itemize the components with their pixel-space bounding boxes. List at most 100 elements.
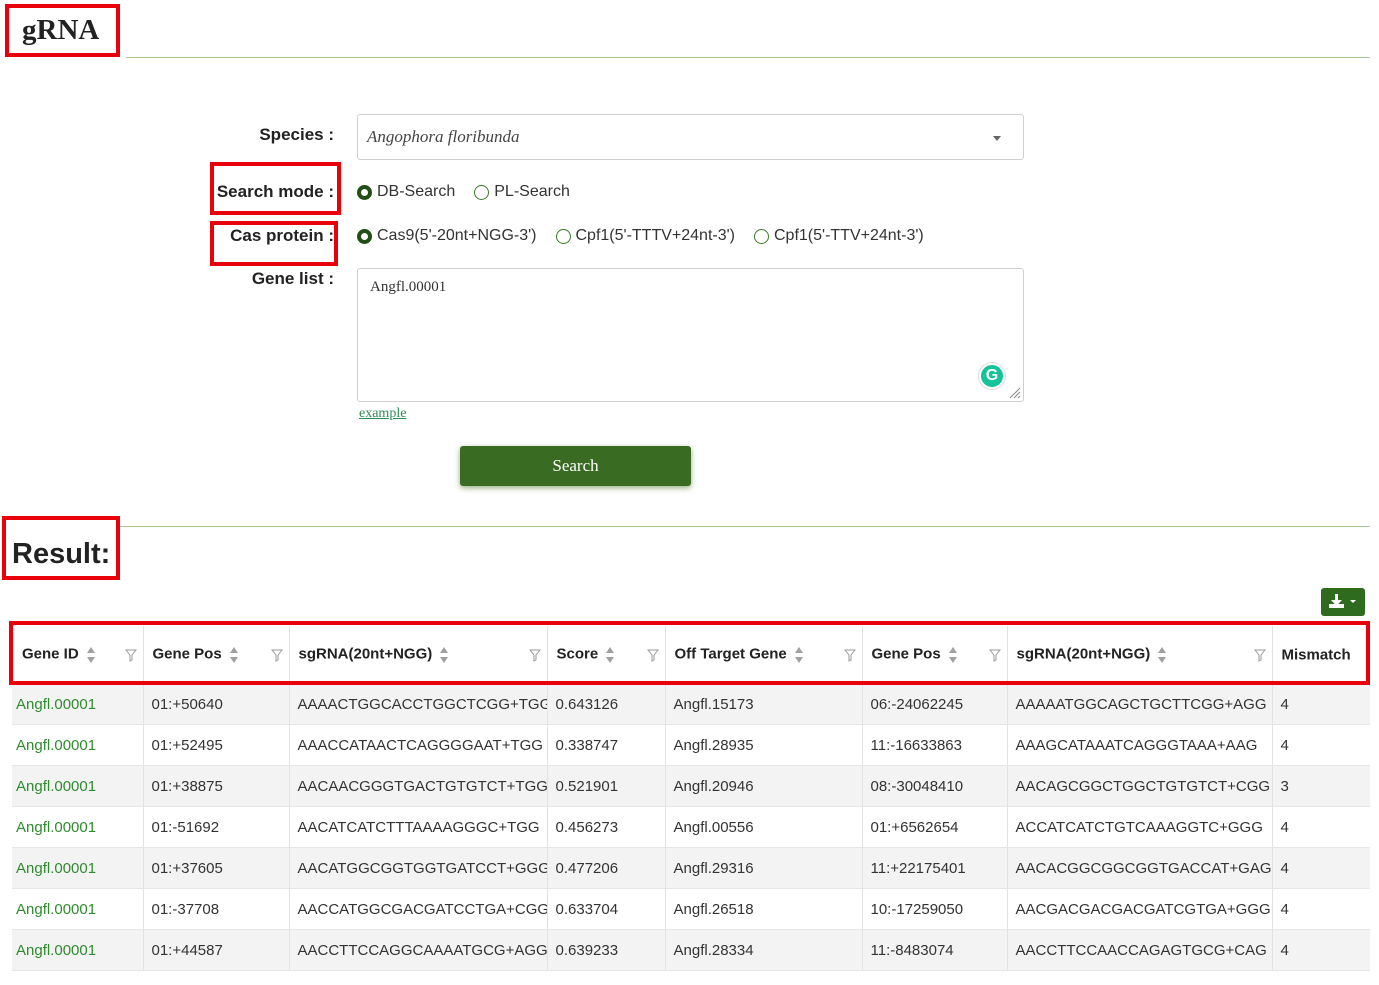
table-row: Angfl.00001 01:-51692 AACATCATCTTTAAAAGGGC…: [12, 806, 1370, 848]
cell-off-gene-pos: 08:-30048410: [862, 765, 1008, 807]
table-row: Angfl.00001 01:+37605 AACATGGCGGTGGTGATCCT…: [12, 847, 1370, 889]
radio-unselected-icon: [754, 228, 769, 244]
radio-cpf1-ttv-label: Cpf1(5'-TTV+24nt-3'): [774, 227, 924, 244]
resize-grip-icon[interactable]: [1007, 385, 1021, 399]
cell-off-sgrna: AACCTTCCAACCAGAGTGCG+CAG: [1007, 929, 1273, 971]
cell-mismatch: 4: [1272, 683, 1370, 725]
cell-score: 0.643126: [547, 683, 666, 725]
cell-off-gene-pos: 11:+22175401: [862, 847, 1008, 889]
cell-gene-pos: 01:+38875: [143, 765, 290, 807]
cell-sgrna: AACCATGGCGACGATCCTGA+CGG: [289, 888, 548, 930]
gene-list-value: Angfl.00001: [370, 279, 447, 295]
radio-cpf1-ttv[interactable]: Cpf1(5'-TTV+24nt-3'): [754, 227, 924, 245]
cell-off-target-gene: Angfl.28334: [665, 929, 863, 971]
cell-gene-id[interactable]: Angfl.00001: [12, 888, 144, 930]
cell-mismatch: 4: [1272, 888, 1370, 930]
cell-off-sgrna: AACAGCGGCTGGCTGTGTCT+CGG: [1007, 765, 1273, 807]
cell-off-target-gene: Angfl.28935: [665, 724, 863, 766]
radio-cas9-label: Cas9(5'-20nt+NGG-3'): [377, 227, 537, 244]
cell-gene-id[interactable]: Angfl.00001: [12, 683, 144, 725]
radio-cpf1-tttv-label: Cpf1(5'-TTTV+24nt-3'): [575, 227, 736, 244]
cell-score: 0.639233: [547, 929, 666, 971]
download-button[interactable]: [1321, 588, 1365, 616]
cell-off-gene-pos: 01:+6562654: [862, 806, 1008, 848]
cell-mismatch: 4: [1272, 806, 1370, 848]
cell-off-gene-pos: 06:-24062245: [862, 683, 1008, 725]
cell-off-target-gene: Angfl.29316: [665, 847, 863, 889]
cell-score: 0.633704: [547, 888, 666, 930]
species-select[interactable]: Angophora floribunda: [357, 114, 1024, 160]
cell-gene-pos: 01:-37708: [143, 888, 290, 930]
cell-off-target-gene: Angfl.26518: [665, 888, 863, 930]
cell-off-sgrna: AACGACGACGACGATCGTGA+GGG: [1007, 888, 1273, 930]
radio-unselected-icon: [474, 184, 490, 200]
search-button[interactable]: Search: [460, 446, 691, 486]
cell-gene-pos: 01:+50640: [143, 683, 290, 725]
cell-sgrna: AACATCATCTTTAAAAGGGC+TGG: [289, 806, 548, 848]
radio-cas9[interactable]: Cas9(5'-20nt+NGG-3'): [357, 227, 537, 245]
result-divider: [120, 526, 1370, 527]
radio-db-search[interactable]: DB-Search: [357, 183, 455, 201]
radio-db-search-label: DB-Search: [377, 183, 456, 200]
cell-sgrna: AACATGGCGGTGGTGATCCT+GGG: [289, 847, 548, 889]
radio-selected-icon: [357, 228, 372, 244]
cell-off-target-gene: Angfl.20946: [665, 765, 863, 807]
search-mode-radio-group: DB-Search PL-Search: [357, 183, 589, 201]
gene-list-label: Gene list :: [251, 269, 334, 288]
cell-gene-pos: 01:+52495: [143, 724, 290, 766]
cell-mismatch: 4: [1272, 847, 1370, 889]
cell-sgrna: AAACCATAACTCAGGGGAAT+TGG: [289, 724, 548, 766]
table-row: Angfl.00001 01:+52495 AAACCATAACTCAGGGGAAT…: [12, 724, 1370, 766]
cell-sgrna: AACCTTCCAGGCAAAATGCG+AGG: [289, 929, 548, 971]
table-row: Angfl.00001 01:+38875 AACAACGGGTGACTGTGTCT…: [12, 765, 1370, 807]
radio-pl-search-label: PL-Search: [494, 183, 570, 200]
cell-score: 0.477206: [547, 847, 666, 889]
page: gRNA Species : Angophora floribunda Sear…: [0, 0, 1379, 985]
cell-off-gene-pos: 11:-16633863: [862, 724, 1008, 766]
top-divider: [126, 57, 1370, 58]
chevron-down-icon: [993, 136, 1001, 141]
cell-sgrna: AAAACTGGCACCTGGCTCGG+TGG: [289, 683, 548, 725]
cell-mismatch: 4: [1272, 929, 1370, 971]
species-label: Species :: [259, 125, 334, 144]
table-header-highlight-box: [9, 621, 1370, 685]
cell-off-target-gene: Angfl.00556: [665, 806, 863, 848]
table-row: Angfl.00001 01:+44587 AACCTTCCAGGCAAAATGCG…: [12, 929, 1370, 971]
search-mode-label: Search mode :: [216, 182, 334, 201]
cas-protein-label: Cas protein :: [230, 226, 334, 245]
cell-score: 0.521901: [547, 765, 666, 807]
radio-pl-search[interactable]: PL-Search: [474, 183, 570, 201]
cell-gene-pos: 01:+44587: [143, 929, 290, 971]
page-title: gRNA: [22, 14, 100, 46]
cell-gene-id[interactable]: Angfl.00001: [12, 765, 144, 807]
cell-mismatch: 3: [1272, 765, 1370, 807]
example-link[interactable]: example: [359, 406, 406, 422]
table-row: Angfl.00001 01:-37708 AACCATGGCGACGATCCTGA…: [12, 888, 1370, 930]
results-table-body: Angfl.00001 01:+50640 AAAACTGGCACCTGGCTCGG…: [12, 683, 1370, 971]
gene-list-textarea[interactable]: Angfl.00001 G: [357, 268, 1024, 402]
table-row: Angfl.00001 01:+50640 AAAACTGGCACCTGGCTCGG…: [12, 683, 1370, 725]
cell-off-gene-pos: 10:-17259050: [862, 888, 1008, 930]
result-heading: Result:: [12, 538, 111, 570]
cell-off-gene-pos: 11:-8483074: [862, 929, 1008, 971]
species-select-value: Angophora floribunda: [367, 127, 520, 146]
cas-protein-radio-group: Cas9(5'-20nt+NGG-3') Cpf1(5'-TTTV+24nt-3…: [357, 227, 943, 245]
cell-off-sgrna: AAAAATGGCAGCTGCTTCGG+AGG: [1007, 683, 1273, 725]
cell-mismatch: 4: [1272, 724, 1370, 766]
cell-gene-id[interactable]: Angfl.00001: [12, 929, 144, 971]
radio-unselected-icon: [555, 228, 571, 244]
cell-off-target-gene: Angfl.15173: [665, 683, 863, 725]
cell-score: 0.338747: [547, 724, 666, 766]
cell-gene-id[interactable]: Angfl.00001: [12, 724, 144, 766]
radio-cpf1-tttv[interactable]: Cpf1(5'-TTTV+24nt-3'): [555, 227, 736, 245]
cell-off-sgrna: AAAGCATAAATCAGGGTAAA+AAG: [1007, 724, 1273, 766]
download-icon: [1329, 594, 1356, 608]
cell-off-sgrna: ACCATCATCTGTCAAAGGTC+GGG: [1007, 806, 1273, 848]
cell-gene-id[interactable]: Angfl.00001: [12, 806, 144, 848]
cell-score: 0.456273: [547, 806, 666, 848]
grammarly-icon[interactable]: G: [979, 363, 1005, 389]
cell-gene-pos: 01:+37605: [143, 847, 290, 889]
cell-off-sgrna: AACACGGCGGCGGTGACCAT+GAG: [1007, 847, 1273, 889]
cell-gene-pos: 01:-51692: [143, 806, 290, 848]
cell-gene-id[interactable]: Angfl.00001: [12, 847, 144, 889]
